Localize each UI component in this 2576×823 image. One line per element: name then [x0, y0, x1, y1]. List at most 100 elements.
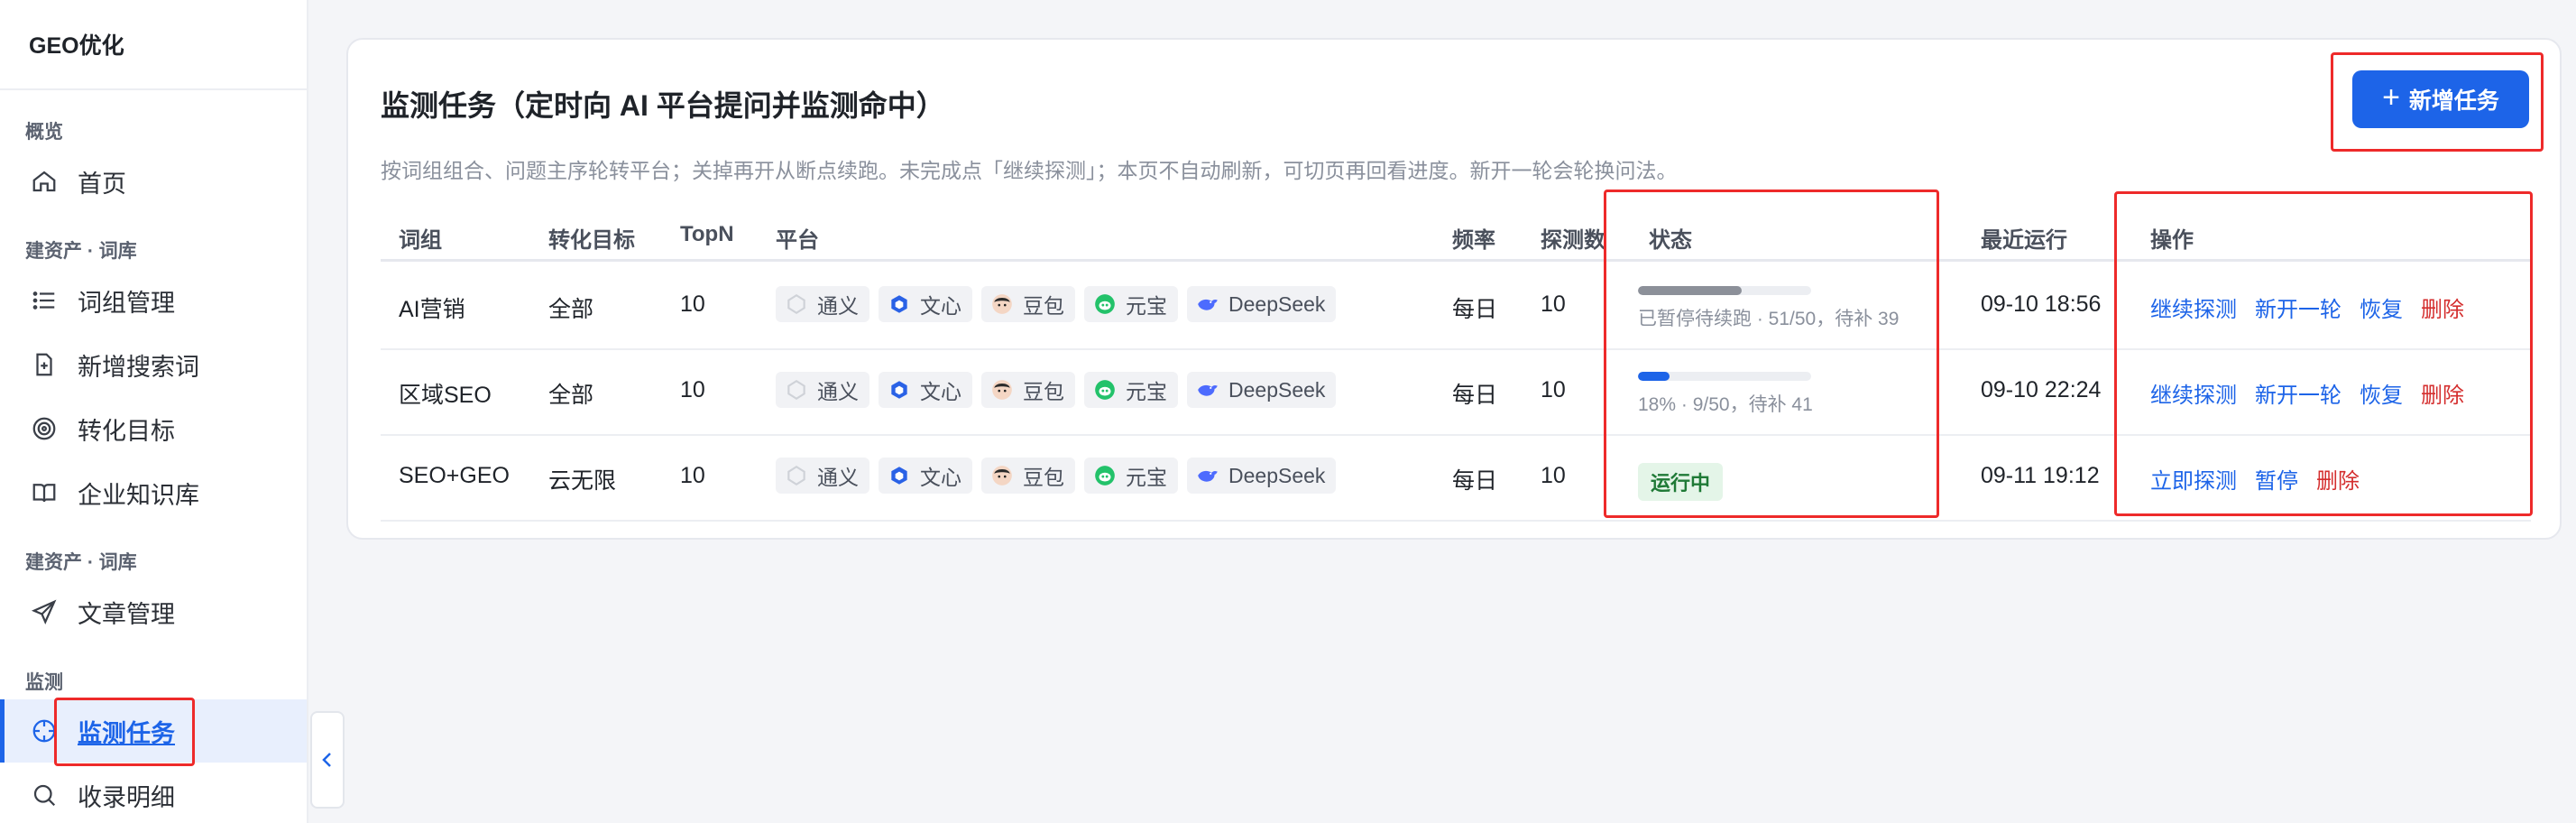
tongyi-logo-icon — [785, 464, 808, 487]
delete-link[interactable]: 删除 — [2421, 291, 2464, 323]
column-header-probes: 探测数 — [1541, 228, 1605, 253]
pause-link[interactable]: 暂停 — [2255, 463, 2298, 495]
cell-target: 全部 — [548, 297, 594, 322]
cell-actions: 继续探测 新开一轮 恢复 删除 — [2150, 377, 2464, 409]
cell-platforms: 通义 文心 豆包 元宝 DeepSeek — [776, 458, 1337, 494]
platform-name: 文心 — [920, 466, 961, 489]
sidebar-item-keyword-groups[interactable]: 词组管理 — [0, 269, 307, 332]
sidebar-item-label: 词组管理 — [78, 289, 175, 317]
cell-status: 18% · 9/50，待补 41 — [1638, 372, 1813, 417]
wenxin-logo-icon — [888, 378, 911, 402]
nav-group-assets-2: 建资产 · 词库 — [25, 552, 137, 573]
cell-target: 云无限 — [548, 468, 617, 494]
column-header-platform: 平台 — [776, 228, 819, 253]
platform-name: 通义 — [817, 380, 859, 403]
status-text: 18% · 9/50，待补 41 — [1638, 394, 1813, 415]
doubao-logo-icon — [990, 464, 1014, 487]
sidebar-item-label: 转化目标 — [78, 417, 175, 445]
send-icon — [31, 598, 58, 625]
progress-bar-fill — [1638, 372, 1670, 381]
brand-title: GEO优化 — [0, 0, 307, 90]
platform-chip-doubao: 豆包 — [981, 458, 1075, 494]
cell-actions: 立即探测 暂停 删除 — [2150, 463, 2360, 495]
cell-status: 运行中 — [1638, 458, 1724, 501]
delete-link[interactable]: 删除 — [2316, 463, 2360, 495]
platform-name: 元宝 — [1126, 294, 1167, 318]
sidebar: GEO优化 概览 首页 建资产 · 词库 词组管理 新增搜索词 转化目标 企业知… — [0, 0, 308, 823]
table-row: 区域SEO 全部 10 通义 文心 豆包 元宝 DeepSeek 每日 10 1… — [381, 350, 2531, 436]
sidebar-collapse-button[interactable] — [310, 711, 345, 809]
cell-frequency: 每日 — [1452, 468, 1498, 494]
wenxin-logo-icon — [888, 464, 911, 487]
cell-frequency: 每日 — [1452, 297, 1498, 322]
yuanbao-logo-icon — [1093, 292, 1117, 316]
progress-bar — [1638, 286, 1811, 295]
cell-frequency: 每日 — [1452, 383, 1498, 408]
new-round-link[interactable]: 新开一轮 — [2255, 377, 2341, 409]
progress-bar — [1638, 372, 1811, 381]
platform-name: DeepSeek — [1228, 377, 1326, 402]
doubao-logo-icon — [990, 292, 1014, 316]
platform-name: 豆包 — [1023, 466, 1064, 489]
cell-actions: 继续探测 新开一轮 恢复 删除 — [2150, 291, 2464, 323]
table-row: AI营销 全部 10 通义 文心 豆包 元宝 DeepSeek 每日 10 已暂… — [381, 264, 2531, 350]
cell-group: SEO+GEO — [399, 463, 510, 488]
platform-chip-wenxin: 文心 — [879, 286, 972, 322]
add-task-label: 新增任务 — [2408, 88, 2499, 114]
tongyi-logo-icon — [785, 378, 808, 402]
monitor-task-card: 监测任务（定时向 AI 平台提问并监测命中） 按词组组合、问题主序轮转平台；关掉… — [346, 38, 2562, 540]
resume-link[interactable]: 恢复 — [2360, 291, 2403, 323]
sidebar-item-index-details[interactable]: 收录明细 — [0, 763, 307, 823]
table-row: SEO+GEO 云无限 10 通义 文心 豆包 元宝 DeepSeek 每日 1… — [381, 436, 2531, 522]
new-round-link[interactable]: 新开一轮 — [2255, 291, 2341, 323]
platform-name: 通义 — [817, 294, 859, 318]
list-icon — [31, 287, 58, 314]
cell-topn: 10 — [680, 463, 705, 488]
target-icon — [31, 415, 58, 442]
platform-name: 豆包 — [1023, 294, 1064, 318]
column-header-actions: 操作 — [2150, 228, 2194, 253]
platform-chip-doubao: 豆包 — [981, 372, 1075, 408]
sidebar-item-label: 新增搜索词 — [78, 353, 199, 381]
resume-link[interactable]: 恢复 — [2360, 377, 2403, 409]
sidebar-item-monitor-tasks[interactable]: 监测任务 — [0, 699, 307, 763]
column-header-frequency: 频率 — [1452, 228, 1495, 253]
sidebar-item-conversion-target[interactable]: 转化目标 — [0, 397, 307, 460]
sidebar-item-knowledge-base[interactable]: 企业知识库 — [0, 461, 307, 524]
platform-chip-tongyi: 通义 — [776, 458, 869, 494]
crosshair-icon — [31, 717, 58, 744]
platform-chip-tongyi: 通义 — [776, 372, 869, 408]
column-header-last-run: 最近运行 — [1981, 228, 2067, 253]
sidebar-item-new-keyword[interactable]: 新增搜索词 — [0, 333, 307, 396]
platform-name: 元宝 — [1126, 380, 1167, 403]
search-icon — [31, 781, 58, 809]
book-icon — [31, 479, 58, 506]
delete-link[interactable]: 删除 — [2421, 377, 2464, 409]
sidebar-item-articles[interactable]: 文章管理 — [0, 580, 307, 643]
sidebar-item-label: 首页 — [78, 170, 126, 198]
platform-name: 元宝 — [1126, 466, 1167, 489]
platform-chip-doubao: 豆包 — [981, 286, 1075, 322]
platform-name: 豆包 — [1023, 380, 1064, 403]
column-header-status: 状态 — [1649, 228, 1692, 253]
nav-group-assets: 建资产 · 词库 — [25, 241, 137, 262]
column-header-group: 词组 — [399, 228, 442, 253]
page-description: 按词组组合、问题主序轮转平台；关掉再开从断点续跑。未完成点「继续探测」；本页不自… — [381, 159, 1678, 182]
platform-chip-deepseek: DeepSeek — [1187, 286, 1337, 322]
continue-probe-link[interactable]: 继续探测 — [2150, 377, 2237, 409]
add-task-button[interactable]: + 新增任务 — [2352, 70, 2529, 128]
platform-name: 文心 — [920, 380, 961, 403]
nav-group-overview: 概览 — [25, 122, 63, 143]
continue-probe-link[interactable]: 继续探测 — [2150, 291, 2237, 323]
cell-group: AI营销 — [399, 297, 465, 322]
platform-chip-yuanbao: 元宝 — [1084, 372, 1178, 408]
cell-topn: 10 — [680, 377, 705, 402]
cell-target: 全部 — [548, 383, 594, 408]
probe-now-link[interactable]: 立即探测 — [2150, 463, 2237, 495]
sidebar-item-home[interactable]: 首页 — [0, 150, 307, 213]
cell-topn: 10 — [680, 291, 705, 317]
platform-name: DeepSeek — [1228, 291, 1326, 316]
platform-name: 文心 — [920, 294, 961, 318]
column-header-topn: TopN — [680, 222, 734, 246]
cell-group: 区域SEO — [399, 383, 492, 408]
